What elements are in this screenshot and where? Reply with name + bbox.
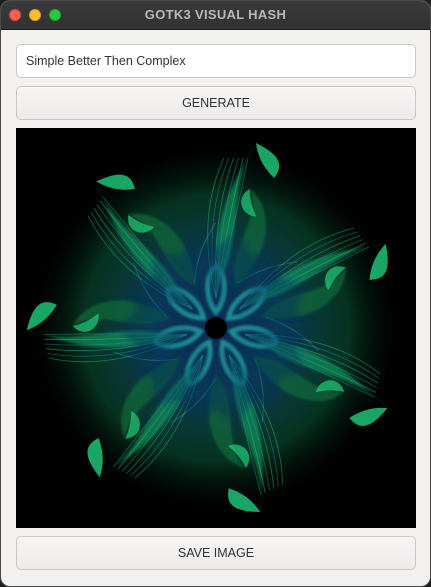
window-title: GOTK3 VISUAL HASH (144, 7, 287, 22)
title-bar[interactable]: GOTK3 VISUAL HASH (1, 1, 430, 30)
app-window: GOTK3 VISUAL HASH GENERATE (0, 0, 431, 587)
generate-button[interactable]: GENERATE (16, 86, 416, 120)
save-image-button[interactable]: SAVE IMAGE (16, 536, 416, 570)
hash-text-input[interactable] (16, 44, 416, 78)
mandala-center (205, 317, 227, 339)
visual-hash-mandala (26, 138, 406, 518)
visual-hash-image (16, 128, 416, 528)
